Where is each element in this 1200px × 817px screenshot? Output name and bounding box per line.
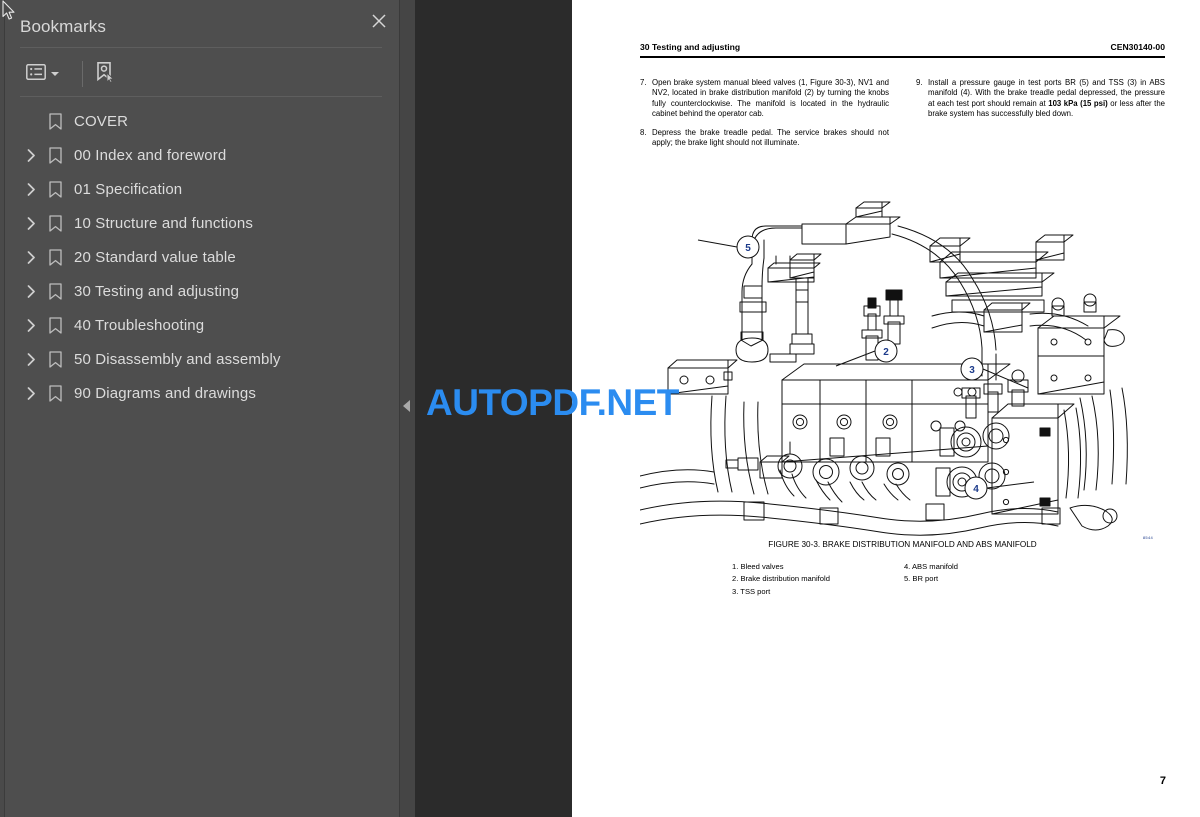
bookmark-add-icon — [94, 61, 116, 88]
bookmark-item-label: 40 Troubleshooting — [74, 316, 205, 334]
bookmark-icon — [42, 376, 68, 410]
chevron-right-icon[interactable] — [20, 138, 42, 172]
document-running-header: 30 Testing and adjusting CEN30140-00 — [640, 42, 1165, 52]
watermark-part-3: NET — [606, 382, 679, 423]
svg-text:4: 4 — [973, 484, 979, 495]
bookmark-icon — [42, 274, 68, 308]
figure-caption: FIGURE 30-3. BRAKE DISTRIBUTION MANIFOLD… — [768, 540, 1037, 549]
chevron-right-icon[interactable] — [20, 274, 42, 308]
bookmark-item[interactable]: 01 Specification — [0, 172, 400, 206]
header-divider — [20, 47, 382, 48]
step-number: 7. — [640, 78, 647, 87]
body-column-right: 9. Install a pressure gauge in test port… — [916, 78, 1165, 158]
figure-legend-right: 4. ABS manifold 5. BR port — [903, 562, 958, 584]
toolbar-divider — [20, 96, 382, 97]
bookmark-icon — [42, 308, 68, 342]
bookmark-item[interactable]: 50 Disassembly and assembly — [0, 342, 400, 376]
bookmark-item-label: 90 Diagrams and drawings — [74, 384, 257, 402]
bookmark-icon — [42, 104, 68, 138]
step-text-emphasis: 103 kPa (15 psi) — [1048, 98, 1108, 108]
figure-illustration: 5 2 3 4 8544 — [640, 190, 1165, 545]
body-columns: 7. Open brake system manual bleed valves… — [640, 78, 1165, 158]
chevron-right-icon[interactable] — [20, 376, 42, 410]
step-number: 9. — [916, 78, 923, 87]
figure-legend-left: 1. Bleed valves 2. Brake distribution man… — [732, 562, 830, 596]
bookmarks-sidebar: Bookmarks COVER 00 Index and foreword 01… — [0, 0, 400, 817]
watermark-part-1: AUTOP — [426, 382, 553, 423]
bookmark-item[interactable]: 30 Testing and adjusting — [0, 274, 400, 308]
bookmark-item-label: 30 Testing and adjusting — [74, 282, 240, 300]
bookmark-item[interactable]: 40 Troubleshooting — [0, 308, 400, 342]
svg-text:5: 5 — [745, 243, 751, 254]
bookmarks-toolbar — [20, 55, 382, 93]
mouse-cursor — [2, 0, 15, 20]
step-text: Install a pressure gauge in test ports B… — [928, 78, 1165, 119]
bookmark-item-label: 00 Index and foreword — [74, 146, 227, 164]
chevron-down-icon — [51, 72, 59, 76]
collapse-sidebar-handle[interactable] — [403, 400, 410, 412]
chevron-right-icon[interactable] — [20, 240, 42, 274]
step-text: Open brake system manual bleed valves (1… — [652, 78, 889, 118]
bookmark-item-label: COVER — [74, 112, 129, 130]
bookmark-item[interactable]: COVER — [0, 104, 400, 138]
header-section-title: 30 Testing and adjusting — [640, 42, 741, 52]
list-options-icon — [26, 63, 46, 85]
bookmarks-panel-header: Bookmarks — [20, 8, 382, 46]
body-column-left: 7. Open brake system manual bleed valves… — [640, 78, 889, 158]
procedure-step: 7. Open brake system manual bleed valves… — [640, 78, 889, 119]
watermark: AUTOPDF.NET — [426, 382, 679, 424]
bookmark-item-label: 20 Standard value table — [74, 248, 236, 266]
svg-text:2: 2 — [883, 347, 889, 358]
svg-text:3: 3 — [969, 365, 975, 376]
bookmark-icon — [42, 138, 68, 172]
chevron-right-icon[interactable] — [20, 172, 42, 206]
chevron-right-icon[interactable] — [20, 308, 42, 342]
figure-legend: 1. Bleed valves 2. Brake distribution man… — [732, 561, 1132, 598]
panel-title: Bookmarks — [20, 17, 106, 36]
bookmark-icon — [42, 342, 68, 376]
bookmarks-list: COVER 00 Index and foreword 01 Specificati… — [0, 104, 400, 410]
bookmark-item[interactable]: 10 Structure and functions — [0, 206, 400, 240]
bookmark-item[interactable]: 20 Standard value table — [0, 240, 400, 274]
procedure-step: 8. Depress the brake treadle pedal. The … — [640, 128, 889, 149]
twisty-placeholder — [20, 104, 42, 138]
close-icon[interactable] — [367, 9, 391, 33]
header-document-code: CEN30140-00 — [1110, 42, 1165, 52]
chevron-right-icon[interactable] — [20, 342, 42, 376]
bookmark-item-label: 10 Structure and functions — [74, 214, 254, 232]
step-text: Depress the brake treadle pedal. The ser… — [652, 128, 889, 148]
bookmark-item-label: 01 Specification — [74, 180, 183, 198]
bookmark-options-button[interactable] — [26, 58, 59, 90]
manifold-diagram: 5 2 3 4 — [640, 201, 1128, 536]
page-number: 7 — [1159, 775, 1166, 787]
bookmark-item-label: 50 Disassembly and assembly — [74, 350, 281, 368]
bookmark-icon — [42, 172, 68, 206]
watermark-part-2: DF. — [552, 382, 607, 423]
header-rule — [640, 56, 1165, 59]
procedure-step: 9. Install a pressure gauge in test port… — [916, 78, 1165, 119]
toolbar-separator — [82, 61, 83, 87]
chevron-right-icon[interactable] — [20, 206, 42, 240]
step-number: 8. — [640, 128, 647, 138]
new-bookmark-button[interactable] — [94, 58, 116, 90]
bookmark-icon — [42, 240, 68, 274]
bookmark-icon — [42, 206, 68, 240]
bookmark-item[interactable]: 00 Index and foreword — [0, 138, 400, 172]
bookmark-item[interactable]: 90 Diagrams and drawings — [0, 376, 400, 410]
